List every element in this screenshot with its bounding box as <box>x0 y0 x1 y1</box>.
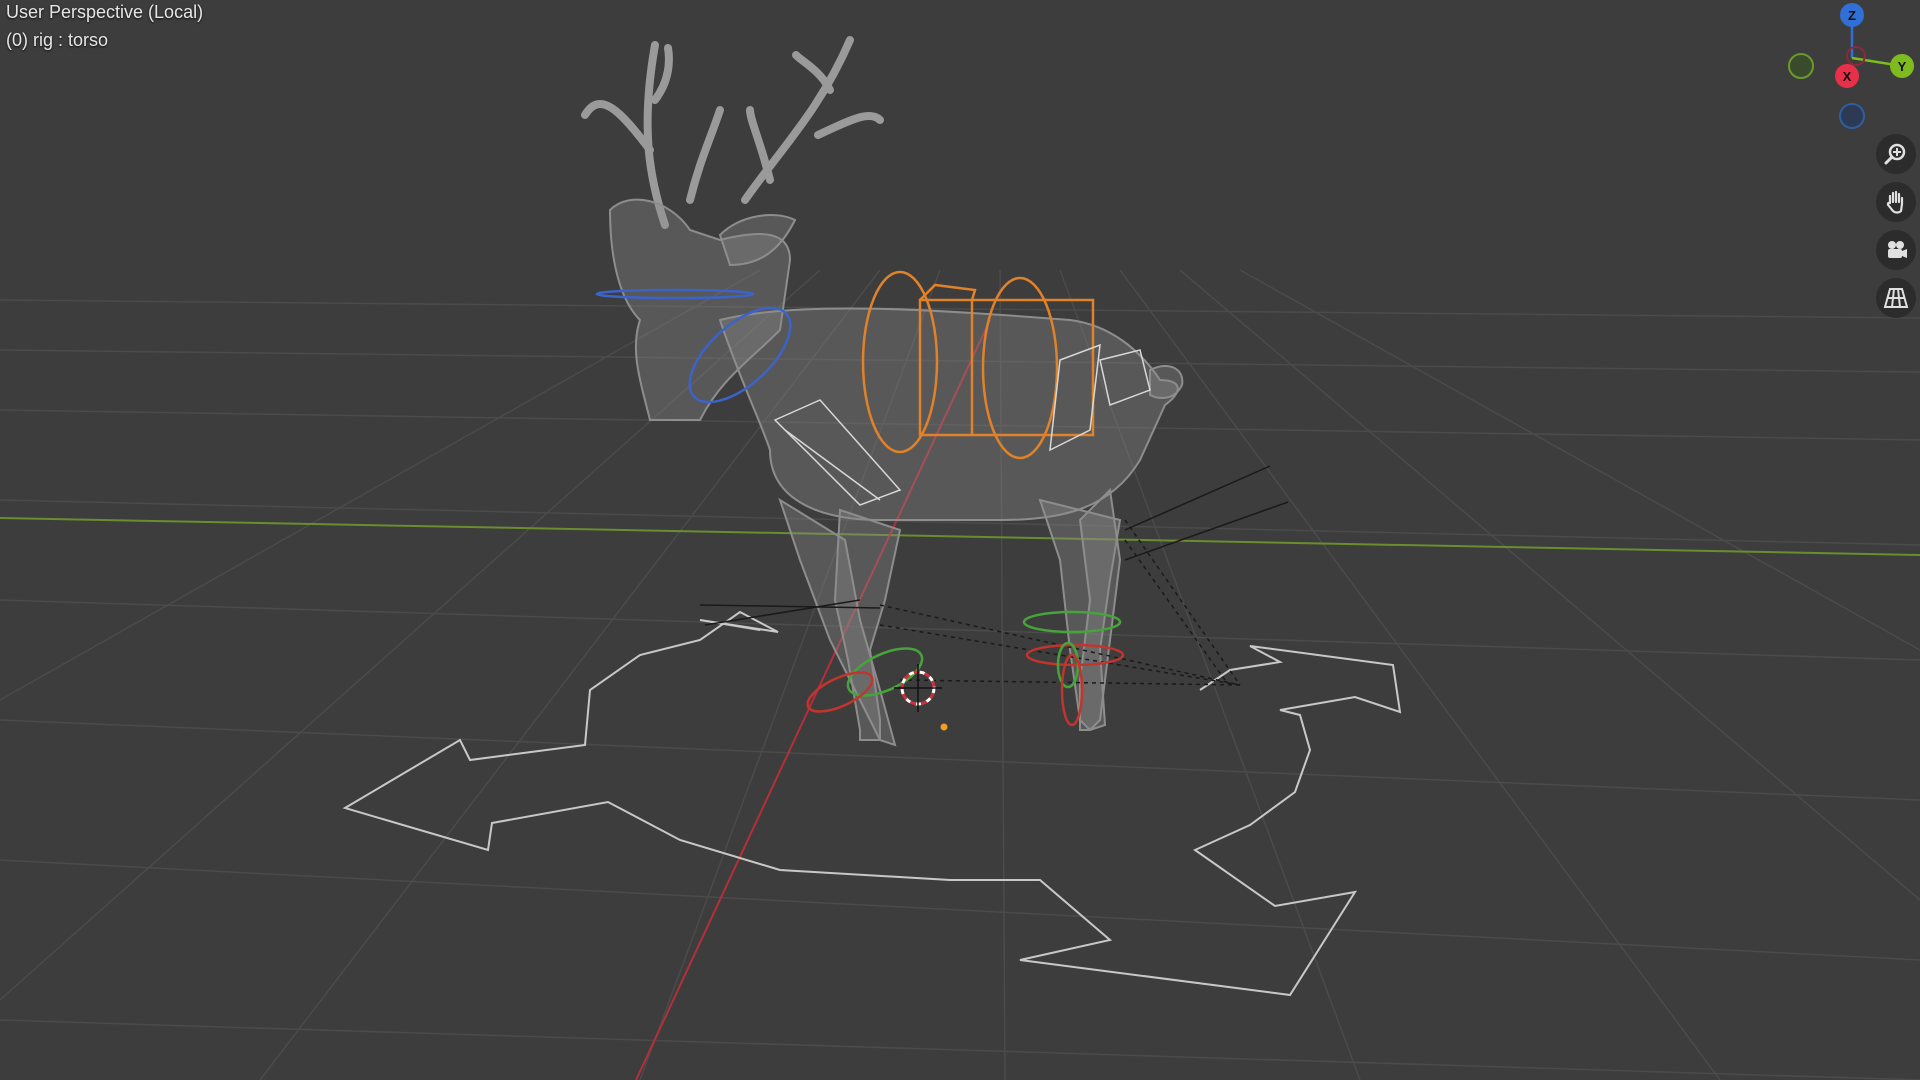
camera-icon <box>1888 241 1907 258</box>
neg-y-axis-icon[interactable] <box>1788 53 1814 79</box>
viewport-canvas[interactable] <box>0 0 1920 1080</box>
z-axis-label: Z <box>1848 8 1856 23</box>
x-axis-label: X <box>1843 69 1852 84</box>
ortho-toggle-button[interactable] <box>1876 278 1916 318</box>
viewport-title: User Perspective (Local) <box>6 2 204 22</box>
active-object-label: (0) rig : torso <box>6 30 109 50</box>
origin-point <box>940 723 948 731</box>
3d-cursor[interactable] <box>894 664 942 712</box>
y-axis-label: Y <box>1898 59 1907 74</box>
neg-x-axis-icon[interactable] <box>1846 46 1866 66</box>
hand-pan-icon <box>1886 190 1904 214</box>
3d-viewport[interactable]: User Perspective (Local) (0) rig : torso… <box>0 0 1920 1080</box>
zoom-button[interactable] <box>1876 134 1916 174</box>
camera-view-button[interactable] <box>1876 230 1916 270</box>
neg-z-axis-icon[interactable] <box>1839 103 1865 129</box>
navigation-gizmo[interactable]: Z X Y <box>1770 0 1920 140</box>
zoom-icon <box>1884 143 1906 165</box>
pan-button[interactable] <box>1876 182 1916 222</box>
ortho-grid-icon <box>1883 288 1909 308</box>
